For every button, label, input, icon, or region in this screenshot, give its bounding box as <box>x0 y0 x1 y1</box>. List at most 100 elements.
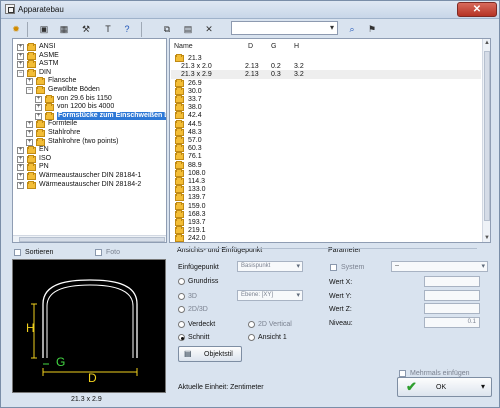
g-column-header[interactable]: G <box>271 43 276 50</box>
copy-icon[interactable]: ⧉ <box>160 22 174 36</box>
two-d-vertical-radio[interactable] <box>248 321 255 328</box>
section-radio[interactable] <box>178 334 185 341</box>
edit-icon[interactable]: ▣ <box>37 22 51 36</box>
tree-item-label: Formteile <box>48 120 78 128</box>
scroll-up-icon[interactable]: ▲ <box>484 40 490 46</box>
expand-icon[interactable]: + <box>17 173 24 180</box>
object-style-icon: ▤ <box>184 349 192 358</box>
niveau-input[interactable]: 0.1 <box>424 317 480 328</box>
catalog-tree[interactable]: + ANSI + ASME + ASTM − DIN + Flansche − Gewölbte Bö… <box>12 38 167 243</box>
tree-item-label: Wärmeaustauscher DIN 28184-1 <box>39 172 142 179</box>
filter-icon[interactable]: ⚑ <box>365 22 379 36</box>
tree-item-label: EN <box>39 146 49 154</box>
tree-item-label: Stahlrohre <box>48 129 81 136</box>
expand-icon[interactable]: + <box>26 138 33 146</box>
expand-icon[interactable]: + <box>35 112 42 120</box>
insertion-point-select[interactable]: Basispunkt <box>237 261 303 272</box>
system-select[interactable]: -- <box>391 261 488 272</box>
expand-icon[interactable]: + <box>26 121 33 129</box>
plane-select[interactable]: Ebene: [XY] <box>237 290 303 301</box>
tools-icon[interactable]: ⚒ <box>79 22 93 36</box>
parts-list[interactable]: Name D G H ▲ ▼ 21.3 21.3 x 2.0 2.13 0.2 3.2 2… <box>169 38 491 243</box>
wert-z-input[interactable] <box>424 303 480 314</box>
current-unit-text: Aktuelle Einheit: Zentimeter <box>178 384 264 391</box>
collapse-icon[interactable]: − <box>17 69 24 77</box>
object-style-label: Objektstil <box>204 351 233 358</box>
folder-icon <box>175 95 184 103</box>
folder-icon <box>45 111 54 120</box>
tree-item-label: ASME <box>39 51 59 59</box>
window-title: Apparatebau <box>18 5 64 14</box>
folder-icon <box>175 226 184 235</box>
three-d-radio[interactable] <box>178 293 185 300</box>
delete-icon[interactable]: ✕ <box>202 22 216 36</box>
ground-plan-radio[interactable] <box>178 278 185 285</box>
table-icon[interactable]: ▦ <box>57 22 71 36</box>
name-column-header[interactable]: Name <box>174 43 193 50</box>
hidden-radio[interactable] <box>178 321 185 328</box>
search-icon[interactable]: ⌕ <box>345 22 359 36</box>
expand-icon[interactable]: + <box>26 130 33 137</box>
view-one-radio[interactable] <box>248 334 255 341</box>
paste-icon[interactable]: ▤ <box>181 22 195 36</box>
tree-scroll-thumb[interactable] <box>19 237 165 242</box>
text-icon[interactable]: T <box>101 22 115 36</box>
toolbar: ✹ ▣ ▦ ⚒ T ? ⧉ ▤ ✕ ⌕ ⚑ <box>7 19 493 39</box>
wert-x-input[interactable] <box>424 276 480 287</box>
list-scroll-thumb[interactable] <box>484 51 490 221</box>
sun-icon[interactable]: ✹ <box>9 22 23 36</box>
list-vertical-scrollbar[interactable]: ▲ ▼ <box>482 39 490 242</box>
h-column-header[interactable]: H <box>294 43 299 50</box>
list-row[interactable]: 242.0 <box>171 234 481 242</box>
chevron-down-icon[interactable]: ▾ <box>481 382 485 391</box>
folder-icon <box>27 154 36 163</box>
d-column-header[interactable]: D <box>248 43 253 50</box>
scroll-down-icon[interactable]: ▼ <box>484 235 490 241</box>
two-three-d-radio[interactable] <box>178 306 185 313</box>
photo-checkbox[interactable] <box>95 249 102 256</box>
expand-icon[interactable]: + <box>17 164 24 172</box>
tree-item-label: PN <box>39 163 49 171</box>
object-style-button[interactable]: ▤ Objektstil <box>178 346 242 362</box>
expand-icon[interactable]: + <box>17 44 24 51</box>
two-three-d-label: 2D/3D <box>188 306 208 313</box>
tree-horizontal-scrollbar[interactable] <box>13 235 166 242</box>
collapse-icon[interactable]: − <box>26 87 33 94</box>
folder-icon <box>175 201 184 210</box>
expand-icon[interactable]: + <box>17 52 24 60</box>
sort-checkbox[interactable] <box>14 249 21 256</box>
system-checkbox[interactable] <box>330 264 337 271</box>
wert-y-label: Wert Y: <box>329 293 352 300</box>
folder-icon <box>175 168 184 177</box>
three-d-label: 3D <box>188 293 197 300</box>
expand-icon[interactable]: + <box>17 181 24 189</box>
folder-icon <box>36 77 45 86</box>
folder-icon <box>36 129 45 137</box>
folder-icon <box>175 234 184 242</box>
folder-icon <box>175 218 184 226</box>
ground-plan-label: Grundriss <box>188 278 219 285</box>
search-combo[interactable] <box>231 21 338 35</box>
expand-icon[interactable]: + <box>17 155 24 163</box>
folder-icon <box>45 94 54 103</box>
check-icon: ✔ <box>406 379 417 394</box>
titlebar: Apparatebau ✕ <box>1 1 499 19</box>
ok-button[interactable]: ✔ OK ▾ <box>397 377 492 397</box>
help-icon[interactable]: ? <box>120 22 134 36</box>
insertion-point-label: Einfügepunkt <box>178 264 219 271</box>
expand-icon[interactable]: + <box>17 61 24 69</box>
expand-icon[interactable]: + <box>17 147 24 155</box>
folder-icon <box>175 152 184 161</box>
expand-icon[interactable]: + <box>35 95 42 103</box>
folder-icon <box>27 43 36 51</box>
tree-item-label: ANSI <box>39 43 56 50</box>
multiple-insert-checkbox[interactable] <box>399 370 406 377</box>
folder-icon <box>27 146 36 155</box>
expand-icon[interactable]: + <box>35 104 42 112</box>
expand-icon[interactable]: + <box>26 78 33 86</box>
folder-icon <box>36 137 45 146</box>
wert-y-input[interactable] <box>424 290 480 301</box>
photo-label: Foto <box>106 249 121 256</box>
close-button[interactable]: ✕ <box>457 2 497 17</box>
d-dimension-label: D <box>88 371 97 385</box>
